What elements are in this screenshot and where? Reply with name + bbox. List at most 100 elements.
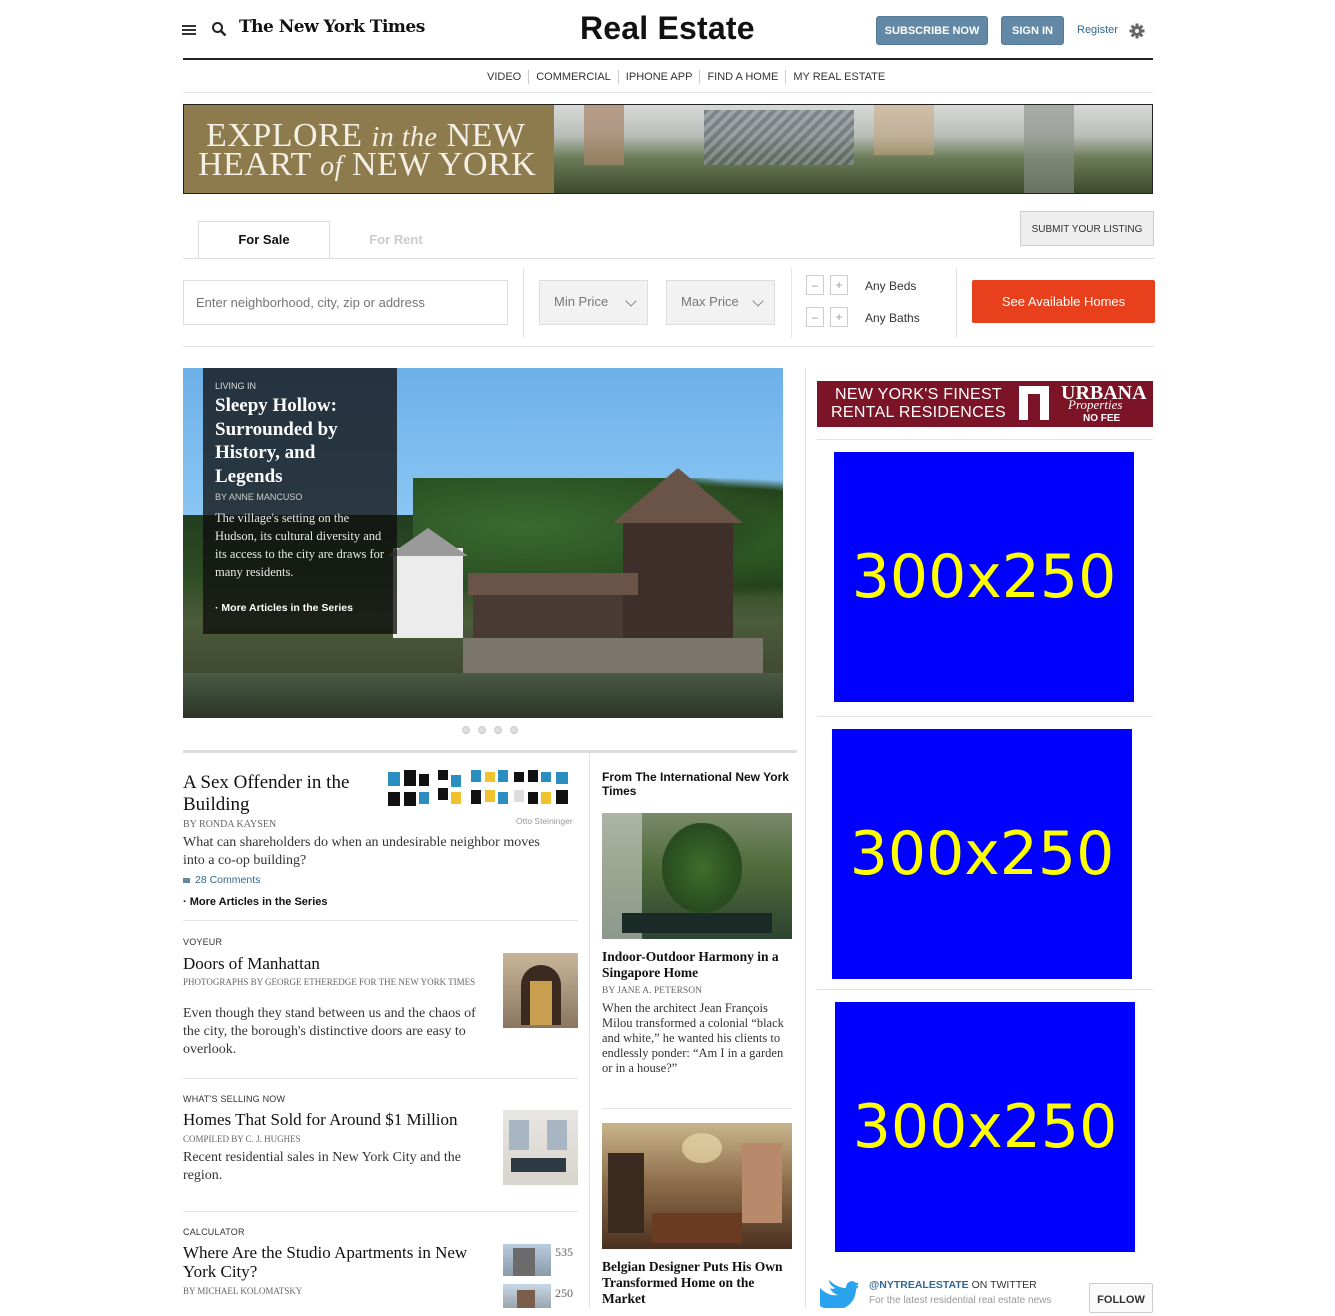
gear-icon[interactable] <box>1129 23 1145 39</box>
stone-base-shape <box>463 638 763 673</box>
story-kicker: CALCULATOR <box>183 1227 245 1237</box>
max-price-select[interactable]: Max Price <box>666 280 775 325</box>
see-available-homes-button[interactable]: See Available Homes <box>972 280 1155 323</box>
intl-article-headline[interactable]: Indoor-Outdoor Harmony in a Singapore Ho… <box>602 949 787 981</box>
intl-rule <box>602 1108 792 1109</box>
banner-ad[interactable]: EXPLORE in the NEW HEART of NEW YORK <box>183 104 1153 194</box>
beds-increment-button[interactable]: + <box>830 275 848 295</box>
story-headline[interactable]: Homes That Sold for Around $1 Million <box>183 1110 458 1130</box>
carousel-dot[interactable] <box>510 726 518 734</box>
rail-rule <box>817 716 1153 717</box>
divider <box>523 268 524 338</box>
hero-summary: The village's setting on the Hudson, its… <box>215 511 385 579</box>
intl-article-summary: When the architect Jean François Milou t… <box>602 1001 784 1075</box>
comments-link[interactable]: 28 Comments <box>183 874 260 886</box>
urbana-logo-icon <box>1019 386 1049 420</box>
story-thumbnail[interactable] <box>503 953 578 1028</box>
divider <box>956 268 957 338</box>
banner-ad-photo <box>554 105 1152 193</box>
carousel-dot[interactable] <box>494 726 502 734</box>
tab-for-sale[interactable]: For Sale <box>198 221 330 259</box>
story-image-squares[interactable] <box>388 770 578 812</box>
section-title[interactable]: Real Estate <box>580 10 755 47</box>
intl-article-image[interactable] <box>602 1123 792 1249</box>
twitter-handle-line: @NYTREALESTATE ON TWITTER <box>869 1279 1037 1291</box>
story-headline[interactable]: Doors of Manhattan <box>183 954 320 974</box>
max-price-label: Max Price <box>681 294 739 309</box>
nav-item-find-a-home[interactable]: FIND A HOME <box>700 70 787 84</box>
urbana-no-fee: NO FEE <box>1083 413 1121 424</box>
story-thumbnail[interactable] <box>503 1110 578 1185</box>
hero-rule <box>183 750 797 753</box>
story-rule <box>183 1211 578 1212</box>
twitter-tagline: For the latest residential real estate n… <box>869 1295 1052 1306</box>
register-link[interactable]: Register <box>1077 24 1118 36</box>
hero-kicker: LIVING IN <box>215 381 257 391</box>
baths-decrement-button[interactable]: – <box>806 307 824 327</box>
story-summary: Even though they stand between us and th… <box>183 1006 476 1057</box>
baths-increment-button[interactable]: + <box>830 307 848 327</box>
beds-decrement-button[interactable]: – <box>806 275 824 295</box>
rail-divider <box>805 368 806 1308</box>
banner-ad-line2: HEART of NEW YORK <box>198 146 537 183</box>
carousel-dot[interactable] <box>478 726 486 734</box>
nav-item-my-real-estate[interactable]: MY REAL ESTATE <box>786 70 892 84</box>
baths-value: Any Baths <box>865 311 920 325</box>
story-headline[interactable]: A Sex Offender in the Building <box>183 772 383 816</box>
nav-rule <box>183 92 1153 93</box>
story-headline[interactable]: Where Are the Studio Apartments in New Y… <box>183 1243 483 1281</box>
story-byline: Photographs by GEORGE ETHEREDGE for THE … <box>183 977 476 987</box>
beds-value: Any Beds <box>865 279 917 293</box>
search-icon[interactable] <box>211 21 227 37</box>
twitter-bird-icon <box>818 1280 860 1310</box>
hero-photo[interactable]: LIVING IN Sleepy Hollow: Surrounded by H… <box>183 368 783 718</box>
min-price-select[interactable]: Min Price <box>539 280 648 325</box>
nav-item-video[interactable]: VIDEO <box>480 70 530 84</box>
story-thumbnail[interactable] <box>503 1284 551 1308</box>
divider <box>791 268 792 338</box>
nav-item-commercial[interactable]: COMMERCIAL <box>529 70 619 84</box>
hero-more-link[interactable]: · More Articles in the Series <box>215 602 353 614</box>
rail-rule <box>817 989 1153 990</box>
urbana-ad-line1: NEW YORK'S FINEST <box>835 386 1002 403</box>
tab-for-rent[interactable]: For Rent <box>330 222 462 258</box>
comment-icon <box>183 877 190 883</box>
ad-box[interactable]: 300x250 <box>834 452 1134 702</box>
twitter-handle-link[interactable]: @NYTREALESTATE <box>869 1279 969 1291</box>
subscribe-button[interactable]: SUBSCRIBE NOW <box>876 16 988 45</box>
urbana-ad-line2: RENTAL RESIDENCES <box>831 404 1006 421</box>
stat-number: 535 <box>555 1245 573 1259</box>
menu-icon[interactable] <box>182 23 196 37</box>
story-thumbnail[interactable] <box>503 1244 551 1276</box>
location-search-input[interactable] <box>183 280 508 325</box>
intl-heading: From The International New York Times <box>602 770 789 798</box>
intl-article-headline[interactable]: Belgian Designer Puts His Own Transforme… <box>602 1259 792 1307</box>
story-byline: Compiled by C. J. HUGHES <box>183 1134 301 1144</box>
ad-box[interactable]: 300x250 <box>832 729 1132 979</box>
search-rule <box>183 346 1154 347</box>
rail-rule <box>817 439 1153 440</box>
chevron-down-icon <box>752 295 764 307</box>
image-credit: Otto Steininger <box>516 816 573 826</box>
story-rule <box>183 1078 578 1079</box>
hero-headline[interactable]: Sleepy Hollow: Surrounded by History, an… <box>215 394 385 488</box>
urbana-sub: Properties <box>1068 397 1123 412</box>
story-rule <box>183 920 578 921</box>
column-divider <box>589 753 590 1308</box>
nav-item-iphone-app[interactable]: IPHONE APP <box>619 70 701 84</box>
submit-listing-button[interactable]: SUBMIT YOUR LISTING <box>1020 211 1154 246</box>
water-shape <box>183 673 783 718</box>
banner-ad-text-panel: EXPLORE in the NEW HEART of NEW YORK <box>184 105 554 193</box>
carousel-dot[interactable] <box>462 726 470 734</box>
hero-byline: By ANNE MANCUSO <box>215 492 303 502</box>
white-house-shape <box>393 548 463 638</box>
sign-in-button[interactable]: SIGN IN <box>1001 16 1064 45</box>
story-more-link[interactable]: · More Articles in the Series <box>183 896 328 908</box>
story-summary: Recent residential sales in New York Cit… <box>183 1150 462 1183</box>
intl-article-image[interactable] <box>602 813 792 939</box>
follow-button[interactable]: FOLLOW <box>1089 1283 1153 1313</box>
urbana-ad[interactable]: NEW YORK'S FINEST RENTAL RESIDENCES URBA… <box>817 381 1153 427</box>
nyt-logo[interactable]: The New York Times <box>239 17 425 37</box>
ad-box[interactable]: 300x250 <box>835 1002 1135 1252</box>
section-nav: VIDEO COMMERCIAL IPHONE APP FIND A HOME … <box>480 70 892 84</box>
